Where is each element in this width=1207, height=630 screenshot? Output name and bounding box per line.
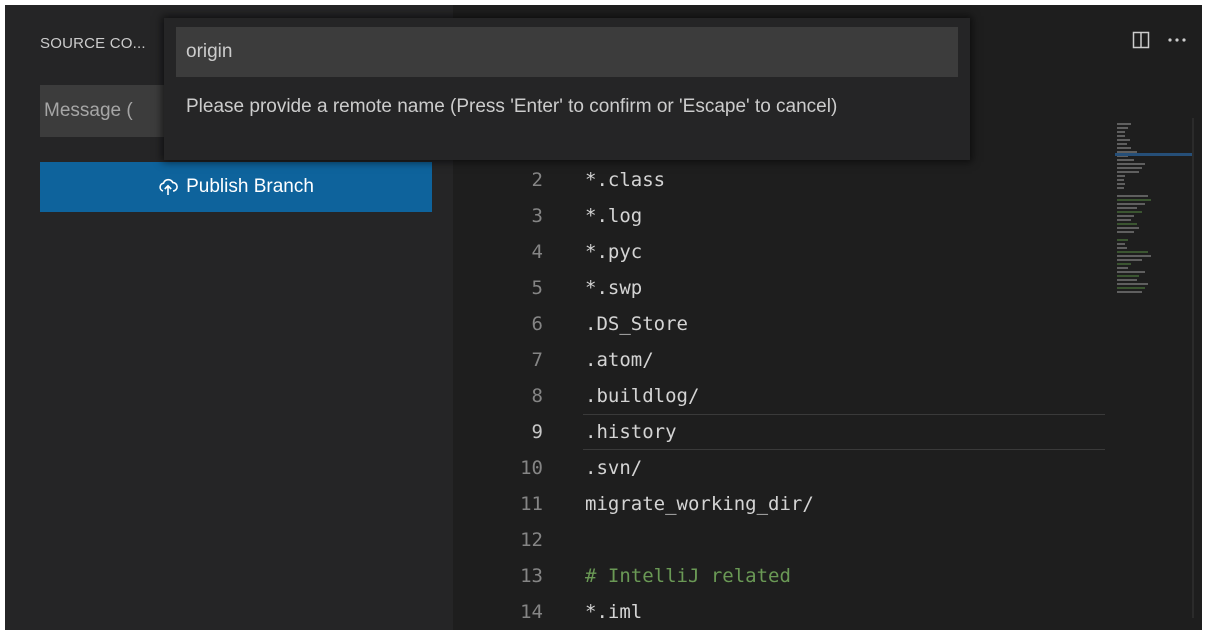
minimap-line xyxy=(1117,175,1125,177)
line-text: *.swp xyxy=(585,277,643,299)
minimap-line xyxy=(1117,223,1137,225)
more-actions-icon[interactable] xyxy=(1166,29,1188,51)
publish-branch-button[interactable]: Publish Branch xyxy=(40,162,432,212)
minimap-line xyxy=(1117,127,1128,129)
minimap-line xyxy=(1117,123,1131,125)
minimap-line xyxy=(1117,187,1124,189)
code-lines[interactable]: 2 *.class 3 *.log 4 *.pyc 5 *.swp 6 .DS_Store… xyxy=(453,162,1105,630)
line-text: *.log xyxy=(585,205,643,227)
minimap-line xyxy=(1117,207,1137,209)
minimap-line xyxy=(1117,275,1139,277)
minimap-line xyxy=(1117,255,1151,257)
minimap-line xyxy=(1117,251,1148,253)
line-text: .history xyxy=(585,421,677,443)
line-number: 12 xyxy=(520,529,543,551)
minimap-line xyxy=(1117,231,1134,233)
code-line: 3 *.log xyxy=(453,198,1103,234)
sidebar-title: SOURCE CO... xyxy=(40,35,146,52)
line-number: 4 xyxy=(531,241,543,263)
minimap-line xyxy=(1117,239,1128,241)
minimap-line xyxy=(1117,203,1145,205)
minimap-line xyxy=(1117,167,1142,169)
minimap-line xyxy=(1117,227,1139,229)
line-number: 9 xyxy=(531,421,543,443)
code-line: 14 *.iml xyxy=(453,594,1103,630)
minimap-line xyxy=(1117,163,1145,165)
vscode-window: SOURCE CO... Publish Branch xyxy=(5,5,1202,630)
minimap-line xyxy=(1117,247,1127,249)
split-editor-icon[interactable] xyxy=(1130,29,1152,51)
minimap-line xyxy=(1117,195,1148,197)
line-text: .DS_Store xyxy=(585,313,688,335)
line-number: 10 xyxy=(520,457,543,479)
line-text: .buildlog/ xyxy=(585,385,700,407)
line-number: 7 xyxy=(531,349,543,371)
line-number: 2 xyxy=(531,169,543,191)
minimap-line xyxy=(1117,147,1131,149)
minimap-line xyxy=(1117,243,1125,245)
line-number: 8 xyxy=(531,385,543,407)
publish-branch-label: Publish Branch xyxy=(186,176,314,197)
cloud-upload-icon xyxy=(158,178,178,196)
minimap-line xyxy=(1117,199,1151,201)
line-text: *.class xyxy=(585,169,666,191)
minimap-line xyxy=(1117,271,1145,273)
line-text: *.iml xyxy=(585,601,643,623)
minimap-line xyxy=(1117,259,1142,261)
editor-actions xyxy=(1130,29,1188,51)
minimap-line xyxy=(1117,283,1148,285)
code-line: 12 xyxy=(453,522,1103,558)
quick-input-message: Please provide a remote name (Press 'Ent… xyxy=(186,96,838,117)
code-line: 11 migrate_working_dir/ xyxy=(453,486,1103,522)
line-text: *.pyc xyxy=(585,241,643,263)
minimap-line xyxy=(1117,287,1145,289)
line-text: .atom/ xyxy=(585,349,654,371)
minimap-line xyxy=(1117,279,1137,281)
code-line-current: 9 .history xyxy=(453,414,1105,450)
line-number: 6 xyxy=(531,313,543,335)
minimap-line xyxy=(1117,143,1127,145)
minimap-line xyxy=(1117,179,1124,181)
quick-input-widget: Please provide a remote name (Press 'Ent… xyxy=(164,18,970,160)
minimap-line xyxy=(1117,131,1125,133)
minimap-line xyxy=(1117,183,1125,185)
line-number: 5 xyxy=(531,277,543,299)
code-line: 4 *.pyc xyxy=(453,234,1103,270)
code-line: 8 .buildlog/ xyxy=(453,378,1103,414)
line-number: 3 xyxy=(531,205,543,227)
line-number: 14 xyxy=(520,601,543,623)
minimap-line xyxy=(1117,159,1134,161)
minimap-line xyxy=(1117,139,1130,141)
minimap[interactable] xyxy=(1115,115,1197,615)
minimap-line xyxy=(1117,263,1131,265)
line-text: .svn/ xyxy=(585,457,643,479)
minimap-line xyxy=(1117,135,1125,137)
minimap-line xyxy=(1117,211,1142,213)
code-line: 10 .svn/ xyxy=(453,450,1103,486)
code-line: 2 *.class xyxy=(453,162,1103,198)
minimap-line xyxy=(1117,291,1142,293)
line-text-comment: # IntelliJ related xyxy=(585,565,791,587)
minimap-viewport xyxy=(1115,153,1193,156)
vertical-scrollbar[interactable] xyxy=(1192,118,1194,618)
code-line: 7 .atom/ xyxy=(453,342,1103,378)
line-number: 11 xyxy=(520,493,543,515)
minimap-line xyxy=(1117,267,1128,269)
remote-name-input[interactable] xyxy=(176,27,958,77)
code-line: 5 *.swp xyxy=(453,270,1103,306)
minimap-line xyxy=(1117,215,1134,217)
code-line: 13 # IntelliJ related xyxy=(453,558,1103,594)
minimap-line xyxy=(1117,171,1139,173)
line-text: migrate_working_dir/ xyxy=(585,493,814,515)
minimap-line xyxy=(1117,219,1131,221)
line-number: 13 xyxy=(520,565,543,587)
code-line: 6 .DS_Store xyxy=(453,306,1103,342)
